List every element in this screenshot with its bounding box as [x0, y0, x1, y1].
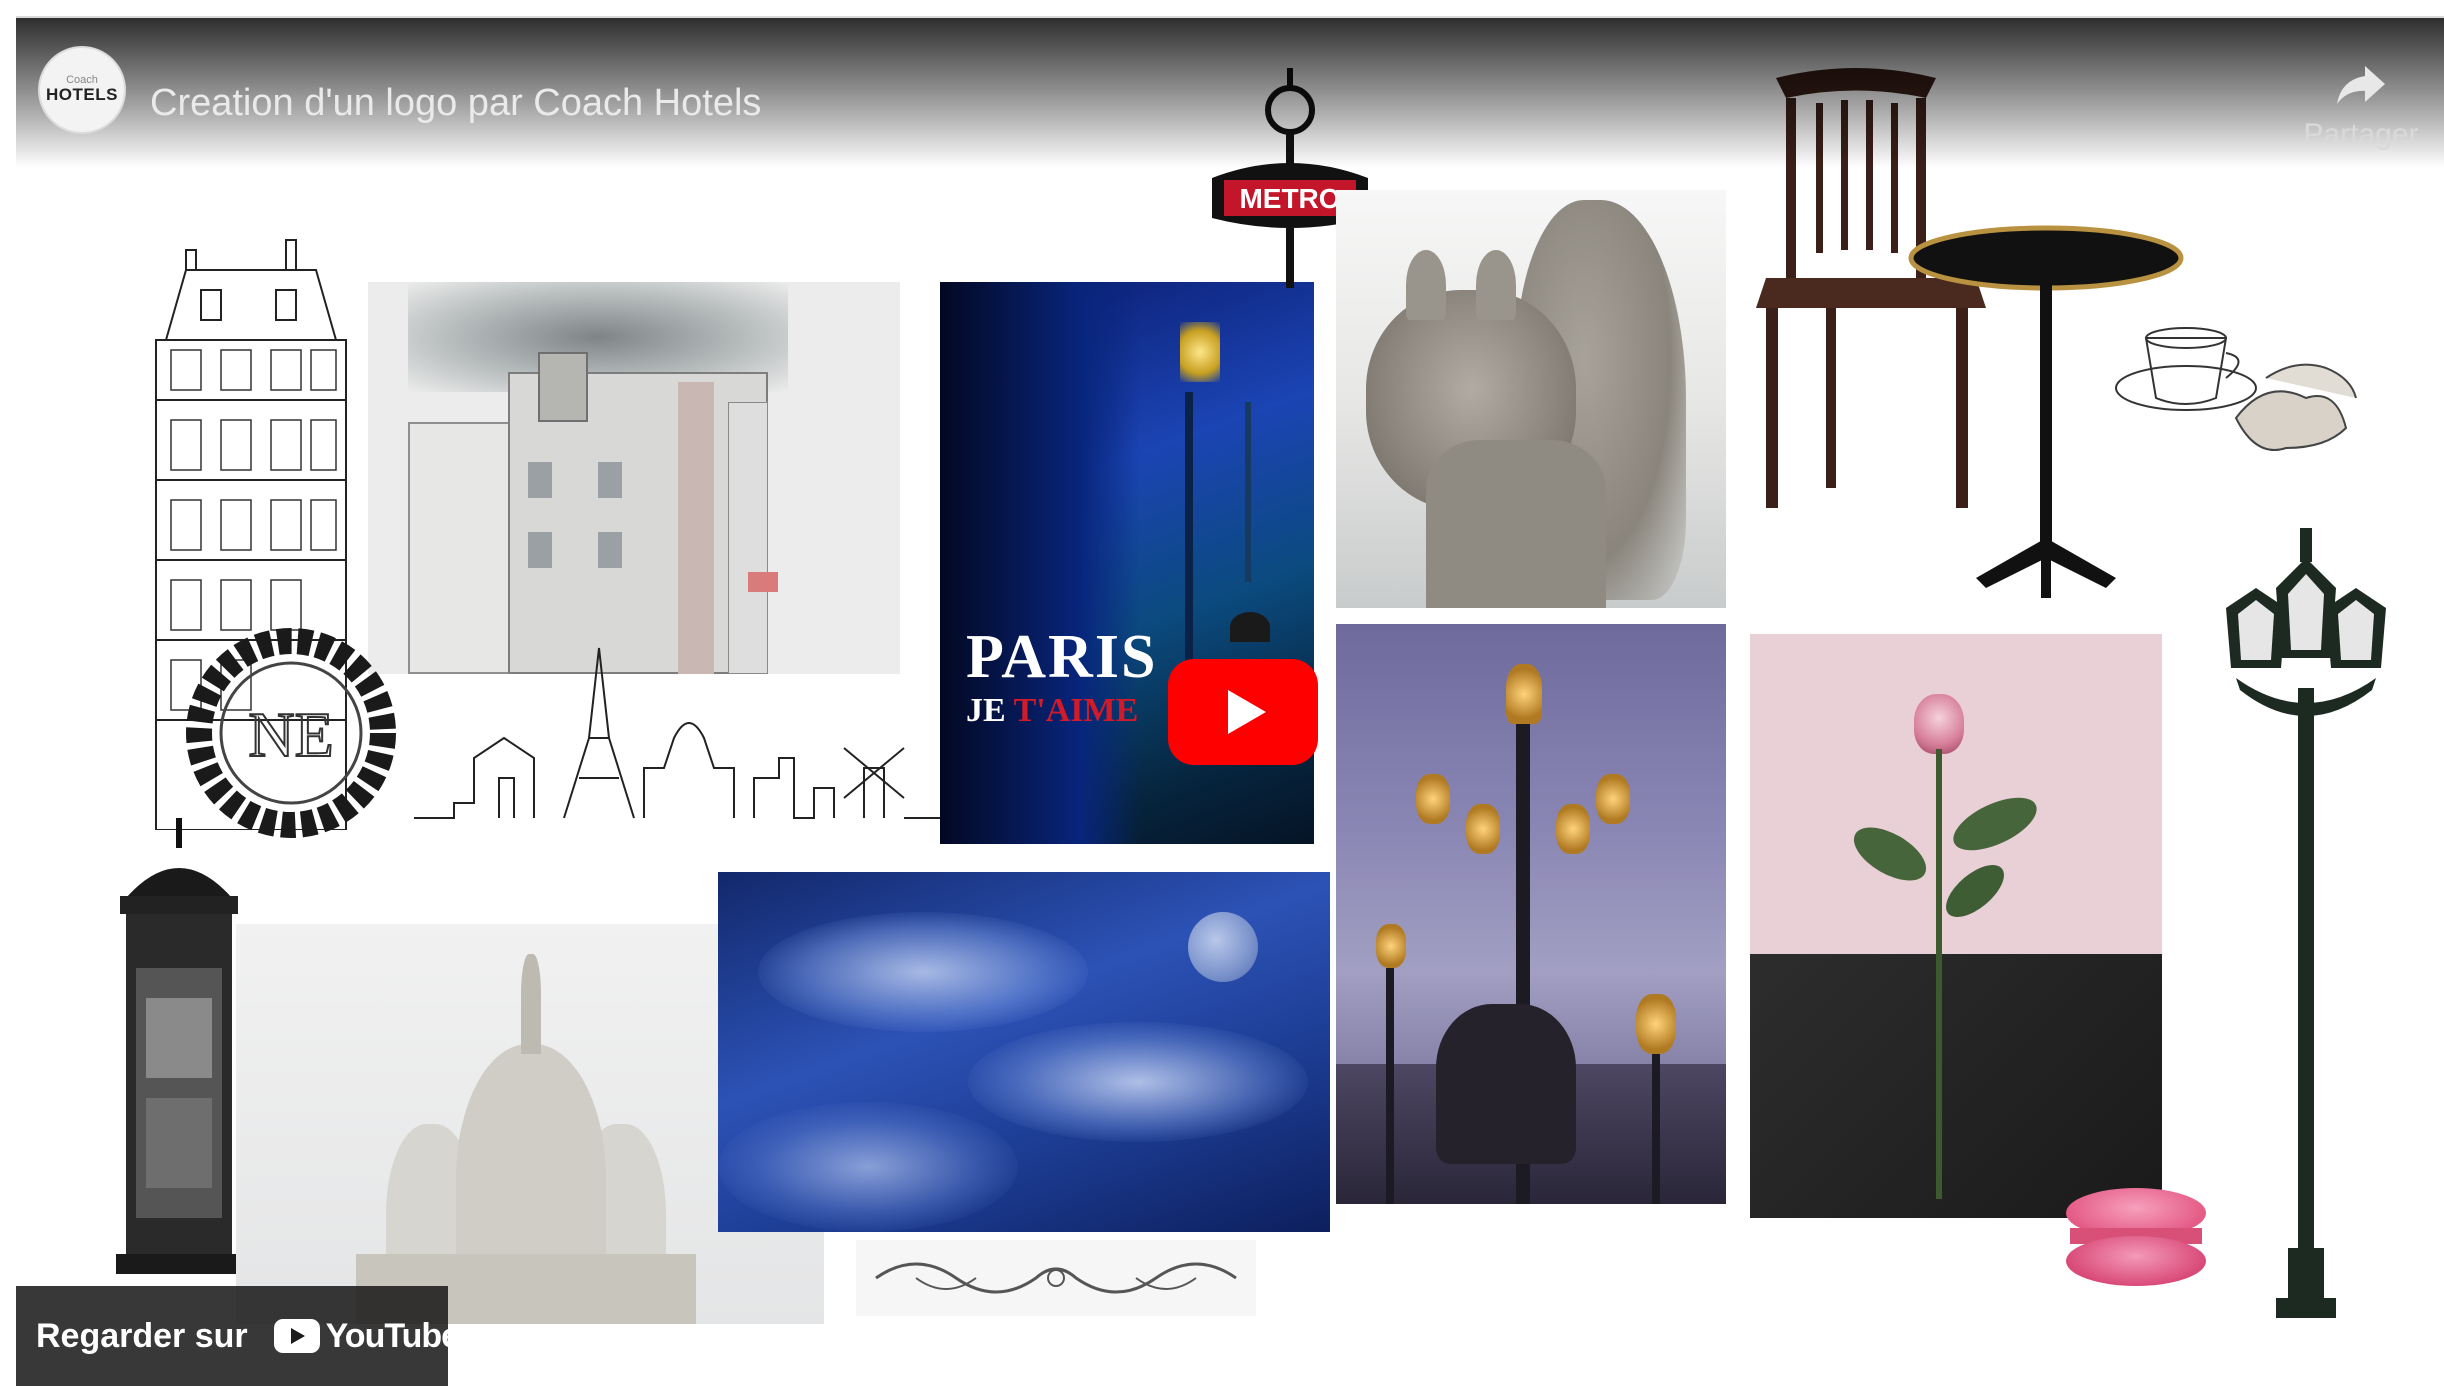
gargoyle-photo: [1336, 190, 1726, 608]
wreath-monogram-emblem: NE: [166, 618, 416, 848]
pont-alexandre-lamps-photo: [1336, 624, 1726, 1204]
share-button[interactable]: Partager: [2296, 62, 2426, 152]
avatar-text-large: HOTELS: [46, 85, 118, 105]
video-title[interactable]: Creation d'un logo par Coach Hotels: [150, 82, 761, 125]
coffee-croissant-sketch: [2106, 298, 2366, 498]
video-player[interactable]: PARIS JE T'AIME METRO NE Coach HOTELS Cr…: [16, 16, 2444, 1386]
share-arrow-icon: [2335, 62, 2387, 108]
svg-text:NE: NE: [248, 699, 333, 770]
night-sky-clouds: [718, 872, 1330, 1232]
watercolor-rooftops: [368, 282, 900, 674]
watch-on-youtube-button[interactable]: Regarder sur YouTube: [16, 1286, 460, 1386]
youtube-play-icon: [1228, 690, 1266, 734]
youtube-play-button[interactable]: [1168, 659, 1318, 765]
poster-title: PARIS: [966, 623, 1158, 691]
youtube-wordmark: YouTube: [325, 1316, 460, 1355]
pink-macaron: [2056, 1178, 2216, 1298]
channel-avatar[interactable]: Coach HOTELS: [38, 46, 126, 134]
ornamental-flourish: [856, 1240, 1256, 1316]
metro-sign-text: METRO: [1239, 183, 1340, 214]
paris-skyline-line-art: [414, 628, 954, 838]
rose-photo: [1750, 634, 2162, 1218]
poster-subtitle: JE T'AIME: [966, 692, 1139, 729]
share-label: Partager: [2303, 118, 2419, 151]
youtube-logo: YouTube: [273, 1316, 460, 1356]
street-lamp-post: [2196, 528, 2416, 1328]
watch-on-label: Regarder sur: [36, 1316, 248, 1355]
morris-column: [106, 818, 256, 1288]
youtube-logo-icon: [273, 1319, 320, 1353]
